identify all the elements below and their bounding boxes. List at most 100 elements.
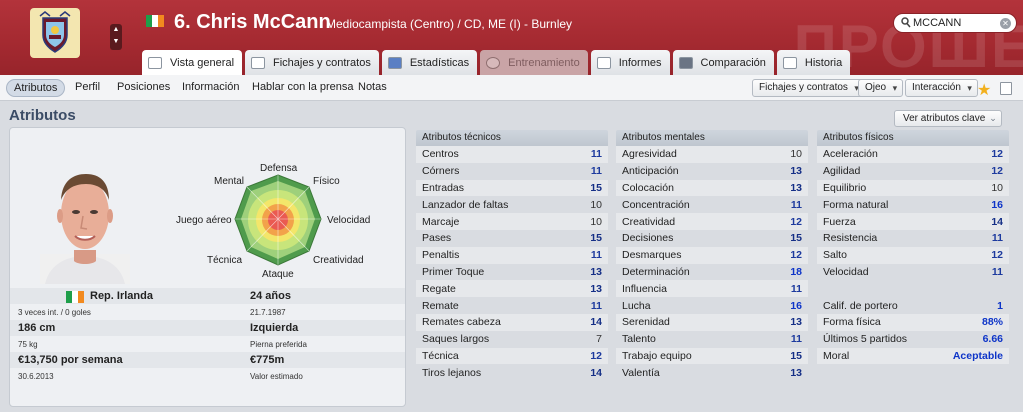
attribute-value: 6.66 <box>982 333 1003 346</box>
radar-label-fisico: Físico <box>313 176 340 187</box>
attribute-value: 11 <box>991 232 1003 245</box>
attribute-name: Colocación <box>622 181 674 194</box>
attribute-row: Regate 13 <box>416 280 608 298</box>
attribute-name: Influencia <box>622 282 667 295</box>
attribute-row: Forma natural 16 <box>817 196 1009 213</box>
add-note-icon[interactable] <box>1000 82 1012 95</box>
info-band <box>10 320 405 336</box>
attribute-value: 14 <box>590 366 602 379</box>
attribute-value: 13 <box>790 165 802 178</box>
attribute-row: Agilidad 12 <box>817 163 1009 180</box>
radar-label-tecnica: Técnica <box>207 255 243 266</box>
sub-navigation: Atributos Perfil Posiciones Información … <box>0 75 1023 101</box>
clear-search-icon[interactable]: ✕ <box>1000 18 1011 29</box>
attribute-name: Marcaje <box>422 215 460 228</box>
contract-expiry: 30.6.2013 <box>18 372 54 381</box>
chevron-down-icon: ⌄ <box>989 113 997 123</box>
attribute-row: Forma física 88% <box>817 313 1009 331</box>
weight: 75 kg <box>18 340 38 349</box>
attribute-name: Trabajo equipo <box>622 349 692 362</box>
attribute-row: Lucha 16 <box>616 297 808 314</box>
ireland-flag-icon <box>146 15 164 27</box>
attribute-row: Primer Toque 13 <box>416 264 608 281</box>
mental-attributes-header: Atributos mentales <box>616 130 808 146</box>
shortlist-star-icon[interactable]: ★ <box>977 80 991 100</box>
attribute-name: Serenidad <box>622 316 670 329</box>
search-input[interactable]: MCCANN <box>913 17 961 29</box>
radar-label-velocidad: Velocidad <box>327 215 371 226</box>
date-of-birth: 21.7.1987 <box>250 308 286 317</box>
attribute-name: Pases <box>422 232 452 245</box>
subnav-hablar-prensa[interactable]: Hablar con la prensa <box>252 81 354 93</box>
attribute-row: Córners 11 <box>416 163 608 180</box>
subnav-notas[interactable]: Notas <box>358 81 387 93</box>
physical-attributes-header: Atributos físicos <box>817 130 1009 146</box>
transfers-dropdown[interactable]: Fichajes y contratos <box>752 79 865 97</box>
attribute-row: Marcaje 10 <box>416 213 608 230</box>
attribute-value: 10 <box>991 181 1003 194</box>
subnav-atributos[interactable]: Atributos <box>6 79 66 97</box>
attribute-name: Remate <box>422 299 459 312</box>
tab-informes[interactable]: Informes <box>590 50 670 75</box>
attribute-name: Penaltis <box>422 249 460 262</box>
tab-label: Comparación <box>700 56 766 69</box>
tab-vista-general[interactable]: Vista general <box>142 50 243 75</box>
attribute-row: Remate 11 <box>416 297 608 314</box>
attribute-name: Tiros lejanos <box>422 366 482 379</box>
attribute-value: 18 <box>790 265 802 278</box>
mental-attributes-list: Agresividad 10 Anticipación 13 Colocación 13 C… <box>616 146 808 381</box>
attribute-row: Creatividad 12 <box>616 213 808 230</box>
subnav-informacion[interactable]: Información <box>182 81 239 93</box>
subnav-perfil[interactable]: Perfil <box>75 81 100 93</box>
attribute-value: 14 <box>590 316 602 329</box>
international-caps: 3 veces int. / 0 goles <box>18 308 91 317</box>
estimated-value-label: Valor estimado <box>250 372 303 381</box>
player-name: 6. Chris McCann <box>174 11 331 33</box>
tab-comparacion[interactable]: Comparación <box>672 50 774 75</box>
attribute-row: Calif. de portero 1 <box>817 297 1009 314</box>
tab-label: Informes <box>618 56 662 69</box>
attribute-name: Lucha <box>622 299 651 312</box>
attribute-row: Saques largos 7 <box>416 331 608 348</box>
player-nav-arrows[interactable]: ▲ ▼ <box>110 24 122 50</box>
estimated-value: €775m <box>250 354 285 366</box>
attribute-value: 13 <box>790 181 802 194</box>
attribute-value: 10 <box>790 148 802 161</box>
tab-fichajes-contratos[interactable]: Fichajes y contratos <box>245 50 379 75</box>
age: 24 años <box>250 290 291 302</box>
attribute-row: Técnica 12 <box>416 347 608 365</box>
attribute-name: Remates cabeza <box>422 316 501 329</box>
nationality[interactable]: Rep. Irlanda <box>90 290 153 302</box>
attribute-name: Entradas <box>422 181 465 194</box>
attribute-name: Forma física <box>823 316 881 329</box>
attribute-row: Desmarques 12 <box>616 246 808 264</box>
attribute-value: 88% <box>981 316 1003 329</box>
radar-label-defensa: Defensa <box>260 163 298 174</box>
attribute-row: Entradas 15 <box>416 179 608 197</box>
attribute-name: Centros <box>422 148 459 161</box>
tab-estadisticas[interactable]: Estadísticas <box>381 50 478 75</box>
tab-label: Historia <box>804 56 843 69</box>
club-crest-icon[interactable] <box>30 8 80 58</box>
attribute-name: Anticipación <box>622 165 679 178</box>
attribute-name: Valentía <box>622 366 660 379</box>
scouting-dropdown[interactable]: Ojeo <box>858 79 904 97</box>
physical-attributes: Atributos físicos Aceleración 12 Agilidad 1… <box>817 130 1009 365</box>
attribute-row: Valentía 13 <box>616 364 808 381</box>
attribute-row: Anticipación 13 <box>616 163 808 180</box>
tab-historia[interactable]: Historia <box>776 50 851 75</box>
physical-attributes-list: Aceleración 12 Agilidad 12 Equilibrio 10 Forma… <box>817 146 1009 365</box>
search-box[interactable]: MCCANN ✕ <box>893 13 1017 33</box>
attribute-value: 11 <box>590 299 602 312</box>
attribute-row: Trabajo equipo 15 <box>616 347 808 365</box>
attribute-value: 13 <box>590 265 602 278</box>
subnav-posiciones[interactable]: Posiciones <box>117 81 170 93</box>
key-attributes-button[interactable]: Ver atributos clave ⌄ <box>894 110 1002 127</box>
attribute-row: Pases 15 <box>416 230 608 247</box>
training-icon <box>486 56 501 69</box>
attribute-row: Lanzador de faltas 10 <box>416 196 608 213</box>
attribute-value: 13 <box>790 316 802 329</box>
attribute-row: Decisiones 15 <box>616 230 808 247</box>
interaction-dropdown[interactable]: Interacción <box>905 79 978 97</box>
attribute-name: Primer Toque <box>422 265 485 278</box>
